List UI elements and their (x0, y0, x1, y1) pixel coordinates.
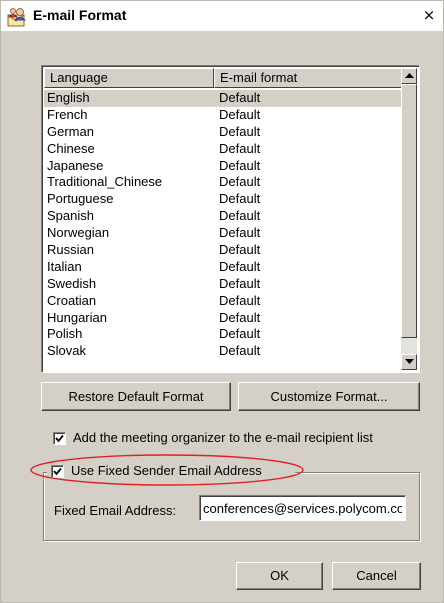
row-email-format: Default (219, 258, 261, 274)
fixed-sender-checkbox[interactable] (51, 465, 64, 478)
row-email-format: Default (219, 157, 261, 173)
list-row[interactable]: Spanish Default (44, 208, 402, 225)
scroll-up-button[interactable] (401, 68, 417, 84)
row-language: Polish (47, 326, 83, 342)
column-header-email-format[interactable]: E-mail format (214, 68, 402, 88)
fixed-sender-option[interactable]: Use Fixed Sender Email Address (51, 463, 291, 481)
row-language: Hungarian (47, 309, 107, 325)
list-row[interactable]: Norwegian Default (44, 225, 402, 242)
row-language: Swedish (47, 275, 97, 291)
row-email-format: Default (219, 292, 261, 308)
list-rows: English Default French Default German Default… (44, 90, 402, 370)
scroll-down-button[interactable] (401, 354, 417, 370)
list-row[interactable]: German Default (44, 124, 402, 141)
row-email-format: Default (219, 208, 261, 224)
row-email-format: Default (219, 309, 261, 325)
row-language: Russian (47, 242, 94, 258)
row-language: German (47, 123, 94, 139)
close-button[interactable]: × (421, 7, 437, 23)
list-row[interactable]: Slovak Default (44, 343, 402, 360)
checkmark-icon (53, 467, 62, 476)
row-language: Spanish (47, 208, 94, 224)
add-organizer-option[interactable]: Add the meeting organizer to the e-mail … (53, 430, 423, 448)
row-language: Traditional_Chinese (47, 174, 163, 190)
list-row[interactable]: Japanese Default (44, 158, 402, 175)
row-language: Slovak (47, 343, 87, 359)
row-email-format: Default (219, 90, 261, 105)
list-row[interactable]: Polish Default (44, 326, 402, 343)
list-row[interactable]: English Default (44, 90, 402, 107)
list-row[interactable]: Chinese Default (44, 141, 402, 158)
row-email-format: Default (219, 326, 261, 342)
language-format-list[interactable]: Language E-mail format English Default Fre… (41, 65, 420, 373)
list-row[interactable]: Croatian Default (44, 293, 402, 310)
email-format-dialog: E-mail Format × Language E-mail format E… (0, 0, 444, 603)
mail-user-icon (7, 7, 29, 27)
fixed-email-label: Fixed Email Address: (54, 503, 177, 518)
row-email-format: Default (219, 225, 261, 241)
row-email-format: Default (219, 140, 261, 156)
customize-format-button[interactable]: Customize Format... (238, 382, 420, 411)
list-header: Language E-mail format (44, 68, 402, 88)
scroll-thumb[interactable] (401, 84, 417, 338)
add-organizer-checkbox[interactable] (53, 432, 66, 445)
checkmark-icon (55, 434, 64, 443)
row-language: Chinese (47, 140, 95, 156)
column-header-language[interactable]: Language (44, 68, 214, 88)
row-email-format: Default (219, 343, 261, 359)
list-row[interactable]: Italian Default (44, 259, 402, 276)
dialog-title: E-mail Format (33, 7, 127, 23)
row-language: Croatian (47, 292, 97, 308)
vertical-scrollbar[interactable] (401, 68, 417, 370)
fixed-email-input[interactable] (199, 495, 406, 521)
row-email-format: Default (219, 242, 261, 258)
ok-button[interactable]: OK (236, 562, 323, 590)
row-email-format: Default (219, 106, 261, 122)
row-language: French (47, 106, 88, 122)
row-language: Japanese (47, 157, 104, 173)
fixed-sender-label: Use Fixed Sender Email Address (71, 463, 262, 478)
list-row[interactable]: French Default (44, 107, 402, 124)
list-row[interactable]: Hungarian Default (44, 310, 402, 327)
list-row[interactable]: Swedish Default (44, 276, 402, 293)
list-row[interactable]: Traditional_Chinese Default (44, 174, 402, 191)
row-email-format: Default (219, 191, 261, 207)
list-row[interactable]: Portuguese Default (44, 191, 402, 208)
row-email-format: Default (219, 174, 261, 190)
row-language: Italian (47, 258, 82, 274)
list-row[interactable]: Russian Default (44, 242, 402, 259)
row-email-format: Default (219, 275, 261, 291)
row-language: English (47, 90, 90, 105)
row-language: Portuguese (47, 191, 114, 207)
add-organizer-label: Add the meeting organizer to the e-mail … (73, 430, 373, 445)
row-email-format: Default (219, 123, 261, 139)
restore-default-format-button[interactable]: Restore Default Format (41, 382, 231, 411)
cancel-button[interactable]: Cancel (332, 562, 421, 590)
title-bar: E-mail Format × (1, 1, 443, 31)
row-language: Norwegian (47, 225, 110, 241)
